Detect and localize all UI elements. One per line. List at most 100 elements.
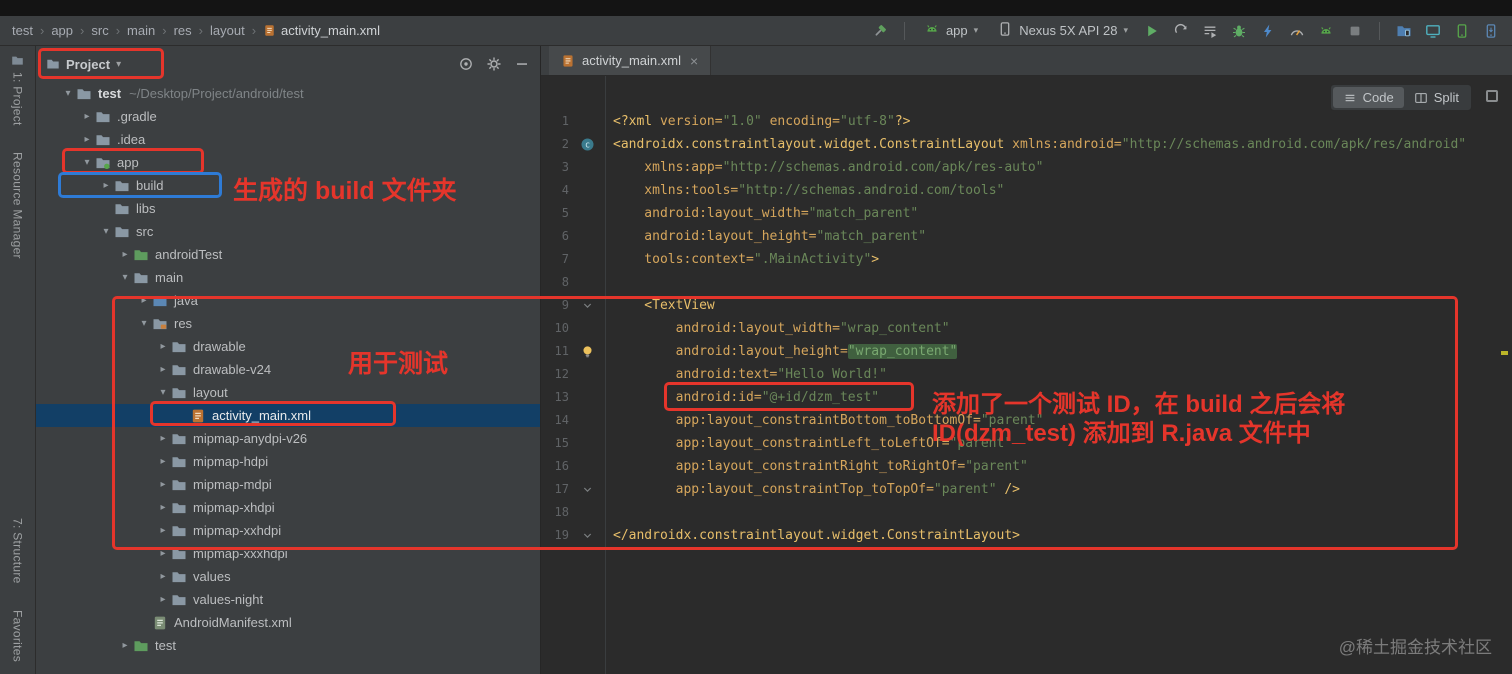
- fold-marker-icon[interactable]: [569, 294, 605, 317]
- breadcrumb-item-activity-main-xml[interactable]: activity_main.xml: [263, 23, 380, 38]
- fold-marker-icon[interactable]: [569, 524, 605, 547]
- tree-item-values-night[interactable]: ▸ values-night: [36, 588, 540, 611]
- split-view-button[interactable]: Split: [1404, 87, 1469, 108]
- tool-window-structure[interactable]: 7: Structure: [11, 518, 25, 584]
- tree-item-build[interactable]: ▸ build: [36, 174, 540, 197]
- warning-stripe-mark[interactable]: [1501, 351, 1508, 355]
- layout-inspector-icon[interactable]: [1424, 22, 1442, 40]
- tree-item-src[interactable]: ▾ src: [36, 220, 540, 243]
- chevron-collapsed-icon[interactable]: ▸: [98, 180, 114, 191]
- tree-item-mipmap-mdpi[interactable]: ▸ mipmap-mdpi: [36, 473, 540, 496]
- class-gutter-icon[interactable]: c: [569, 133, 605, 156]
- tool-window-resource-manager[interactable]: Resource Manager: [11, 152, 25, 259]
- chevron-expanded-icon[interactable]: ▾: [117, 272, 133, 283]
- hide-panel-icon[interactable]: [514, 56, 530, 72]
- code-line-6[interactable]: 6 android:layout_height="match_parent": [541, 225, 1512, 248]
- chevron-expanded-icon[interactable]: ▾: [60, 88, 76, 99]
- locate-file-icon[interactable]: [458, 56, 474, 72]
- chevron-expanded-icon[interactable]: ▾: [155, 387, 171, 398]
- chevron-collapsed-icon[interactable]: ▸: [79, 111, 95, 122]
- tree-item-activity-main-xml[interactable]: activity_main.xml: [36, 404, 540, 427]
- code-line-1[interactable]: 1 <?xml version="1.0" encoding="utf-8"?>: [541, 110, 1512, 133]
- chevron-collapsed-icon[interactable]: ▸: [155, 594, 171, 605]
- chevron-collapsed-icon[interactable]: ▸: [155, 433, 171, 444]
- apply-code-changes-icon[interactable]: [1317, 22, 1335, 40]
- code-line-9[interactable]: 9 <TextView: [541, 294, 1512, 317]
- chevron-collapsed-icon[interactable]: ▸: [79, 134, 95, 145]
- tree-item-mipmap-xhdpi[interactable]: ▸ mipmap-xhdpi: [36, 496, 540, 519]
- code-line-3[interactable]: 3 xmlns:app="http://schemas.android.com/…: [541, 156, 1512, 179]
- run-with-coverage-icon[interactable]: [1201, 22, 1219, 40]
- code-line-7[interactable]: 7 tools:context=".MainActivity">: [541, 248, 1512, 271]
- avd-manager-icon[interactable]: [1453, 22, 1471, 40]
- breadcrumb-item-test[interactable]: test: [12, 23, 33, 38]
- code-line-12[interactable]: 12 android:text="Hello World!": [541, 363, 1512, 386]
- tool-window-favorites[interactable]: Favorites: [11, 610, 25, 662]
- intention-bulb-icon[interactable]: [569, 340, 605, 363]
- sdk-manager-icon[interactable]: [1482, 22, 1500, 40]
- chevron-collapsed-icon[interactable]: ▸: [136, 295, 152, 306]
- tree-item-values[interactable]: ▸ values: [36, 565, 540, 588]
- run-config-selector[interactable]: app ▾: [920, 19, 982, 42]
- chevron-collapsed-icon[interactable]: ▸: [155, 364, 171, 375]
- build-hammer-icon[interactable]: [871, 22, 889, 40]
- code-line-10[interactable]: 10 android:layout_width="wrap_content": [541, 317, 1512, 340]
- code-editor[interactable]: 1 <?xml version="1.0" encoding="utf-8"?> 2…: [541, 76, 1512, 674]
- apply-changes-icon[interactable]: [1172, 22, 1190, 40]
- breadcrumb-item-src[interactable]: src: [91, 23, 108, 38]
- code-line-13[interactable]: 13 android:id="@+id/dzm_test": [541, 386, 1512, 409]
- code-line-8[interactable]: 8: [541, 271, 1512, 294]
- tree-item-mipmap-xxxhdpi[interactable]: ▸ mipmap-xxxhdpi: [36, 542, 540, 565]
- tree-item-drawable-v24[interactable]: ▸ drawable-v24: [36, 358, 540, 381]
- device-file-explorer-icon[interactable]: [1395, 22, 1413, 40]
- chevron-collapsed-icon[interactable]: ▸: [155, 525, 171, 536]
- tree-item-main[interactable]: ▾ main: [36, 266, 540, 289]
- tree-item-libs[interactable]: libs: [36, 197, 540, 220]
- tree-item-res[interactable]: ▾ res: [36, 312, 540, 335]
- breadcrumb-item-main[interactable]: main: [127, 23, 155, 38]
- inspections-widget[interactable]: [1486, 90, 1498, 102]
- tree-item--gradle[interactable]: ▸ .gradle: [36, 105, 540, 128]
- code-line-17[interactable]: 17 app:layout_constraintTop_toTopOf="par…: [541, 478, 1512, 501]
- chevron-expanded-icon[interactable]: ▾: [79, 157, 95, 168]
- settings-gear-icon[interactable]: [486, 56, 502, 72]
- chevron-collapsed-icon[interactable]: ▸: [155, 571, 171, 582]
- code-line-11[interactable]: 11 android:layout_height="wrap_content": [541, 340, 1512, 363]
- tree-item-java[interactable]: ▸ java: [36, 289, 540, 312]
- code-view-button[interactable]: Code: [1332, 87, 1404, 108]
- run-icon[interactable]: [1143, 22, 1161, 40]
- tree-item-mipmap-hdpi[interactable]: ▸ mipmap-hdpi: [36, 450, 540, 473]
- tree-item-layout[interactable]: ▾ layout: [36, 381, 540, 404]
- code-line-4[interactable]: 4 xmlns:tools="http://schemas.android.co…: [541, 179, 1512, 202]
- stop-icon[interactable]: [1346, 22, 1364, 40]
- chevron-expanded-icon[interactable]: ▾: [98, 226, 114, 237]
- attach-debugger-icon[interactable]: [1259, 22, 1277, 40]
- breadcrumb-item-app[interactable]: app: [51, 23, 73, 38]
- tree-item-drawable[interactable]: ▸ drawable: [36, 335, 540, 358]
- tree-item--idea[interactable]: ▸ .idea: [36, 128, 540, 151]
- tree-item-androidmanifest-xml[interactable]: AndroidManifest.xml: [36, 611, 540, 634]
- code-line-15[interactable]: 15 app:layout_constraintLeft_toLeftOf="p…: [541, 432, 1512, 455]
- tree-item-test[interactable]: ▸ test: [36, 634, 540, 657]
- close-tab-icon[interactable]: ×: [690, 53, 698, 69]
- chevron-collapsed-icon[interactable]: ▸: [155, 502, 171, 513]
- project-view-selector[interactable]: Project: [66, 57, 110, 72]
- tree-item-mipmap-anydpi-v26[interactable]: ▸ mipmap-anydpi-v26: [36, 427, 540, 450]
- code-line-16[interactable]: 16 app:layout_constraintRight_toRightOf=…: [541, 455, 1512, 478]
- code-line-5[interactable]: 5 android:layout_width="match_parent": [541, 202, 1512, 225]
- chevron-collapsed-icon[interactable]: ▸: [117, 640, 133, 651]
- fold-marker-icon[interactable]: [569, 478, 605, 501]
- tree-item-test[interactable]: ▾ test ~/Desktop/Project/android/test: [36, 82, 540, 105]
- profile-icon[interactable]: [1288, 22, 1306, 40]
- device-selector[interactable]: Nexus 5X API 28 ▾: [993, 19, 1132, 42]
- chevron-collapsed-icon[interactable]: ▸: [155, 341, 171, 352]
- breadcrumb-item-layout[interactable]: layout: [210, 23, 245, 38]
- tab-activity-main-xml[interactable]: activity_main.xml ×: [549, 46, 712, 75]
- code-line-2[interactable]: 2 c <androidx.constraintlayout.widget.Cons…: [541, 133, 1512, 156]
- chevron-collapsed-icon[interactable]: ▸: [155, 548, 171, 559]
- tree-item-mipmap-xxhdpi[interactable]: ▸ mipmap-xxhdpi: [36, 519, 540, 542]
- code-line-14[interactable]: 14 app:layout_constraintBottom_toBottomO…: [541, 409, 1512, 432]
- chevron-collapsed-icon[interactable]: ▸: [117, 249, 133, 260]
- chevron-collapsed-icon[interactable]: ▸: [155, 479, 171, 490]
- code-line-18[interactable]: 18: [541, 501, 1512, 524]
